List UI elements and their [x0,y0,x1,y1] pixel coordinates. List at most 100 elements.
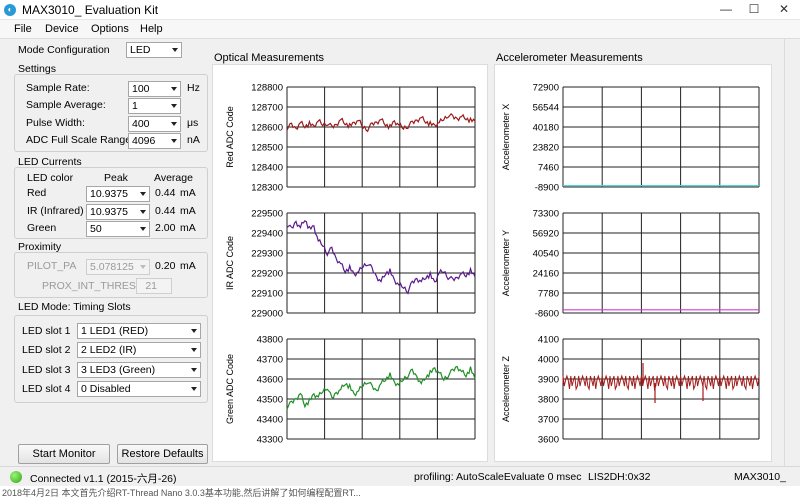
status-bar: Connected v1.1 (2015-六月-26) profiling: A… [0,466,800,486]
title-bar: ◐ MAX3010_ Evaluation Kit — ☐ ✕ [0,0,800,20]
prox-thresh-spinner[interactable]: 21 [136,278,172,294]
y-tick-label: 72900 [533,83,559,94]
y-tick-label: 73300 [533,209,559,220]
chevron-down-icon [171,139,177,143]
adc-range-select[interactable]: 4096 [128,133,181,149]
y-tick-label: 128600 [251,123,283,134]
chevron-down-icon [191,348,197,352]
green-peak-select[interactable]: 50 [86,221,150,237]
sample-average-select[interactable]: 1 [128,98,181,114]
led-slot-2-value: 2 LED2 (IR) [81,344,137,356]
device-status: MAX3010_ [734,471,786,483]
adc-range-value: 4096 [132,135,156,147]
sample-average-value: 1 [132,100,138,112]
chevron-down-icon [171,87,177,91]
y-tick-label: 43500 [257,395,283,406]
accelerometer-panel: Accelerometer X 72900 56544 40180 23820 7460 -… [494,64,772,462]
maximize-button[interactable]: ☐ [740,0,768,20]
ir-led-label: IR (Infrared) [27,205,84,217]
green-average-unit: mA [180,222,196,234]
accelerometer-measurements-title: Accelerometer Measurements [496,52,643,64]
pulse-width-value: 400 [132,118,150,130]
optical-charts: Red ADC Code 128800 128700 128600 128500 1284… [225,83,476,446]
led-slot-4-value: 0 Disabled [81,383,131,395]
chevron-down-icon [140,265,146,269]
close-button[interactable]: ✕ [770,0,798,20]
y-tick-label: 24160 [533,269,559,280]
y-tick-label: 229000 [251,309,283,320]
accelerometer-charts: Accelerometer X 72900 56544 40180 23820 7460 -… [501,83,760,446]
ir-peak-select[interactable]: 10.9375 [86,204,150,220]
menu-bar: File Device Options Help [0,20,800,39]
optical-panel: Red ADC Code 128800 128700 128600 128500 1284… [212,64,488,462]
y-tick-label: 7460 [538,163,559,174]
restore-defaults-button[interactable]: Restore Defaults [117,444,208,464]
y-tick-label: -8900 [535,183,559,194]
led-slot-2-select[interactable]: 2 LED2 (IR) [77,342,201,358]
y-tick-label: 3900 [538,375,559,386]
led-slot-1-label: LED slot 1 [22,325,71,337]
chevron-down-icon [172,48,178,52]
y-tick-label: 229100 [251,289,283,300]
y-tick-label: 43400 [257,415,283,426]
sensor-status: LIS2DH:0x32 [588,471,651,483]
chevron-down-icon [140,192,146,196]
pulse-width-select[interactable]: 400 [128,116,181,132]
connection-status: Connected v1.1 (2015-六月-26) [30,473,177,485]
red-average-value: 0.44 [155,187,176,199]
pilot-pa-select[interactable]: 5.078125 [86,259,150,275]
pulse-width-unit: μs [187,117,199,129]
led-slot-2-label: LED slot 2 [22,344,71,356]
y-tick-label: 7780 [538,289,559,300]
background-window-text: 2018年4月2日 本文首先介绍RT-Thread Nano 3.0.3基本功能… [2,488,361,497]
sample-rate-value: 100 [132,83,150,95]
optical-measurements-title: Optical Measurements [214,52,325,64]
profiling-status: profiling: AutoScaleEvaluate 0 msec [414,471,582,483]
menu-device[interactable]: Device [45,23,79,35]
minimize-button[interactable]: — [712,0,740,20]
pilot-pa-label: PILOT_PA [27,260,77,272]
sample-rate-label: Sample Rate: [26,82,90,94]
y-axis-label-accel-z: Accelerometer Z [501,355,511,422]
red-peak-value: 10.9375 [90,188,128,200]
y-tick-label: 43700 [257,355,283,366]
chevron-down-icon [191,368,197,372]
y-axis-label-accel-y: Accelerometer Y [501,230,511,296]
sample-rate-select[interactable]: 100 [128,81,181,97]
chevron-down-icon [140,227,146,231]
prox-thresh-value: 21 [145,280,157,292]
led-slot-1-select[interactable]: 1 LED1 (RED) [77,323,201,339]
window-edge [784,39,800,466]
chevron-down-icon [191,387,197,391]
y-tick-label: 43800 [257,335,283,346]
mode-config-select[interactable]: LED [126,42,182,58]
y-tick-label: 4100 [538,335,559,346]
series-line-accel-z [562,374,760,391]
series-line-ir [286,220,476,295]
y-tick-label: 229200 [251,269,283,280]
peak-header: Peak [104,172,128,184]
menu-options[interactable]: Options [91,23,129,35]
chevron-down-icon [140,210,146,214]
y-tick-label: 3700 [538,415,559,426]
ir-peak-value: 10.9375 [90,206,128,218]
led-slot-1-value: 1 LED1 (RED) [81,325,149,337]
y-tick-label: 40180 [533,123,559,134]
start-monitor-button[interactable]: Start Monitor [18,444,110,464]
red-peak-select[interactable]: 10.9375 [86,186,150,202]
led-slot-3-value: 3 LED3 (Green) [81,364,156,376]
led-slot-4-select[interactable]: 0 Disabled [77,381,201,397]
chevron-down-icon [171,104,177,108]
menu-help[interactable]: Help [140,23,163,35]
led-slot-3-label: LED slot 3 [22,364,71,376]
y-axis-label-green: Green ADC Code [225,354,235,424]
chevron-down-icon [171,122,177,126]
y-tick-label: -8600 [535,309,559,320]
pulse-width-label: Pulse Width: [26,117,85,129]
led-slot-3-select[interactable]: 3 LED3 (Green) [77,362,201,378]
y-tick-label: 40540 [533,249,559,260]
y-tick-label: 56920 [533,229,559,240]
y-tick-label: 128500 [251,143,283,154]
menu-file[interactable]: File [14,23,32,35]
pilot-average-unit: mA [180,260,196,272]
